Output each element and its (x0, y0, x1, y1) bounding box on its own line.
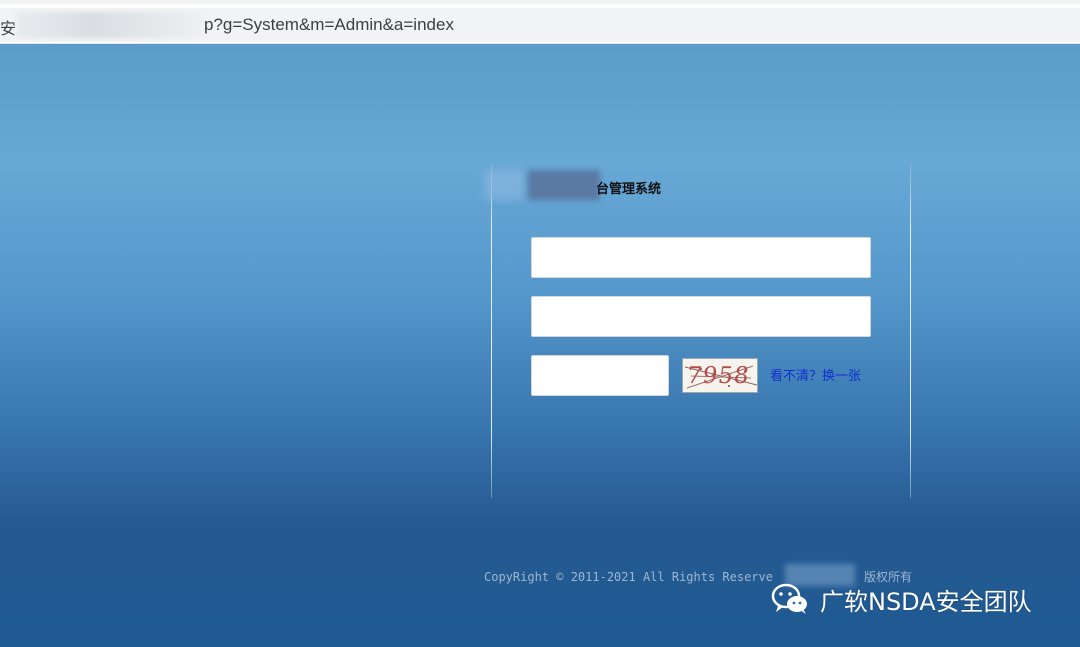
system-title: 台管理系统 (596, 182, 662, 197)
login-panel-right-border (910, 162, 911, 498)
login-page: 台管理系统 7958 看不清？换一张 CopyRight © 2011-2021… (0, 44, 1080, 647)
system-title-redacted-left (484, 170, 524, 200)
system-title-redacted (528, 170, 600, 200)
captcha-text: 7958 (685, 363, 752, 389)
url-text[interactable]: p?g=System&m=Admin&a=index (204, 15, 454, 35)
url-redacted-block (16, 12, 204, 38)
watermark: 广软NSDA安全团队 (770, 582, 1032, 616)
copyright-text: CopyRight © 2011-2021 All Rights Reserve (484, 570, 773, 584)
password-input[interactable] (531, 296, 871, 337)
browser-window: 安 p?g=System&m=Admin&a=index 台管理系统 7958 … (0, 0, 1080, 647)
browser-address-bar: 安 p?g=System&m=Admin&a=index (0, 0, 1080, 44)
wechat-icon (771, 583, 807, 614)
captcha-image[interactable]: 7958 (682, 358, 758, 393)
captcha-input[interactable] (531, 355, 669, 396)
login-panel-left-border (491, 162, 492, 498)
username-input[interactable] (531, 237, 871, 278)
url-prefix: 安 (0, 19, 17, 38)
watermark-text: 广软NSDA安全团队 (820, 587, 1032, 616)
refresh-captcha-link[interactable]: 看不清？换一张 (770, 365, 861, 384)
